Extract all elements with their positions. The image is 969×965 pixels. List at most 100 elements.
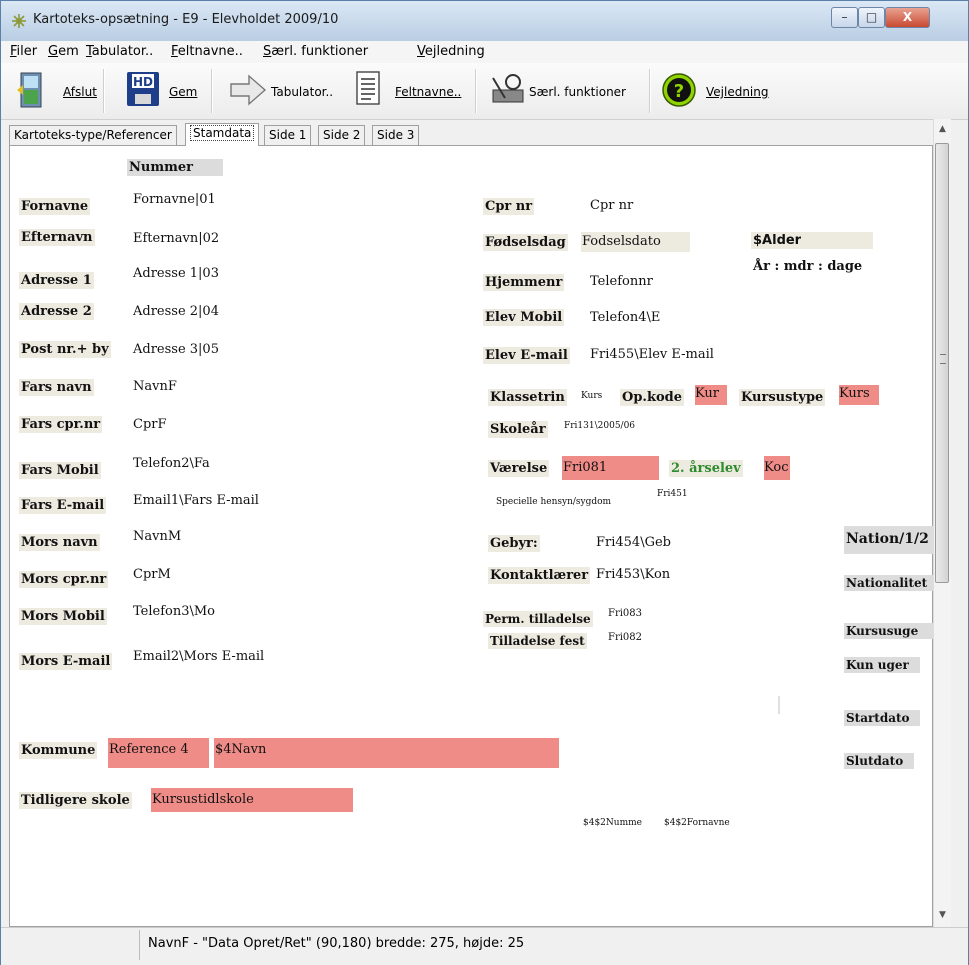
label-mors-mobil: Mors Mobil — [19, 608, 107, 625]
tab-side-2[interactable]: Side 2 — [318, 125, 366, 145]
tab-stamdata[interactable]: Stamdata — [185, 123, 260, 146]
field-fornavne[interactable]: Fornavne|01 — [133, 192, 216, 207]
toolbar-separator — [649, 69, 651, 113]
vejledning-button[interactable]: ? Vejledning — [661, 68, 781, 114]
field-nation[interactable]: Nation/1/2 — [844, 526, 933, 554]
field-kommune-reference[interactable]: Reference 4 — [108, 738, 209, 768]
field-gebyr[interactable]: Fri454\Geb — [596, 535, 671, 550]
field-adresse-1[interactable]: Adresse 1|03 — [133, 266, 219, 281]
label-vaerelse: Værelse — [488, 460, 550, 477]
close-button[interactable]: X — [885, 7, 930, 28]
field-adresse-2[interactable]: Adresse 2|04 — [133, 304, 219, 319]
field-kursustype[interactable]: Kurs — [839, 385, 879, 405]
field-slutdato[interactable]: Slutdato — [844, 753, 914, 769]
document-list-icon — [356, 71, 380, 105]
field-post-nr-by[interactable]: Adresse 3|05 — [133, 342, 219, 357]
label-op-kode: Op.kode — [620, 389, 684, 406]
field-elev-email[interactable]: Fri455\Elev E-mail — [590, 347, 714, 362]
vejledning-label: Vejledning — [706, 85, 769, 99]
tab-kartoteks-type[interactable]: Kartoteks-type/Referencer — [9, 125, 177, 145]
minimize-button[interactable]: – — [831, 7, 858, 28]
field-alder[interactable]: $Alder — [751, 232, 873, 249]
field-ref-fornavne[interactable]: $4$2Fornavne — [664, 818, 730, 828]
menu-gem[interactable]: Gem — [48, 44, 79, 59]
field-kun-uger[interactable]: Kun uger — [844, 657, 920, 673]
field-kommune-navn[interactable]: $4Navn — [214, 738, 559, 768]
menu-feltnavne[interactable]: Feltnavne.. — [171, 44, 243, 59]
label-efternavn: Efternavn — [19, 229, 95, 246]
field-mors-mobil[interactable]: Telefon3\Mo — [133, 604, 215, 619]
field-ref-nummer[interactable]: $4$2Numme — [583, 818, 657, 828]
toolbar-separator — [211, 69, 213, 113]
field-kursusuge[interactable]: Kursusuge — [844, 623, 933, 639]
gem-button[interactable]: HD Gem — [125, 68, 205, 114]
tabulator-button[interactable]: Tabulator.. — [229, 68, 339, 114]
field-startdato[interactable]: Startdato — [844, 710, 920, 726]
field-fodselsdato[interactable]: Fodselsdato — [581, 232, 690, 252]
afslut-button[interactable]: Afslut — [15, 68, 105, 114]
field-hjemmenr[interactable]: Telefonnr — [590, 274, 653, 289]
label-skoleaar: Skoleår — [488, 421, 548, 438]
menu-vejledning[interactable]: Vejledning — [417, 44, 485, 59]
field-vaerelse[interactable]: Fri081 — [562, 456, 659, 480]
feltnavne-label: Feltnavne.. — [395, 85, 462, 99]
scroll-down-icon[interactable]: ▼ — [934, 907, 951, 924]
field-fars-cpr[interactable]: CprF — [133, 417, 167, 432]
label-perm-tilladelse: Perm. tilladelse — [483, 611, 593, 627]
field-kontaktlaerer[interactable]: Fri453\Kon — [596, 567, 670, 582]
field-cpr-nr[interactable]: Cpr nr — [590, 198, 633, 213]
maximize-button[interactable]: □ — [858, 7, 885, 28]
toolbar-separator — [103, 69, 105, 113]
menu-filer[interactable]: Filer — [10, 44, 37, 59]
field-2-aarselev[interactable]: Koc — [764, 456, 790, 480]
label-kommune: Kommune — [19, 742, 98, 759]
label-adresse-2: Adresse 2 — [19, 303, 94, 320]
field-skoleaar[interactable]: Fri131\2005/06 — [564, 421, 635, 431]
menu-tabulator[interactable]: Tabulator.. — [86, 44, 153, 59]
field-tilladelse-fest[interactable]: Fri082 — [608, 632, 642, 643]
afslut-label: Afslut — [63, 85, 97, 99]
scroll-thumb[interactable] — [935, 143, 949, 583]
field-elev-mobil[interactable]: Telefon4\E — [590, 310, 660, 325]
field-tidligere-skole[interactable]: Kursustidlskole — [151, 788, 353, 812]
label-elev-email: Elev E-mail — [483, 347, 570, 364]
label-2-aarselev: 2. årselev — [669, 460, 743, 477]
label-adresse-1: Adresse 1 — [19, 272, 94, 289]
label-fodselsdag: Fødselsdag — [483, 234, 568, 251]
field-perm-tilladelse[interactable]: Fri083 — [608, 608, 642, 619]
exit-door-icon — [17, 72, 42, 108]
field-mors-navn[interactable]: NavnM — [133, 529, 181, 544]
feltnavne-button[interactable]: Feltnavne.. — [351, 68, 471, 114]
svg-text:?: ? — [674, 81, 684, 102]
label-gebyr: Gebyr: — [488, 535, 540, 552]
field-fars-mobil[interactable]: Telefon2\Fa — [133, 456, 210, 471]
app-icon — [12, 14, 26, 28]
label-specielle-hensyn: Specielle hensyn/sygdom — [496, 497, 612, 507]
field-fars-navn[interactable]: NavnF — [133, 379, 177, 394]
label-fars-navn: Fars navn — [19, 379, 94, 396]
menu-saerl-funktioner[interactable]: Særl. funktioner — [263, 44, 368, 59]
field-klassetrin[interactable]: Kurs — [581, 391, 602, 401]
tabulator-label: Tabulator.. — [271, 85, 334, 99]
field-mors-cpr[interactable]: CprM — [133, 567, 171, 582]
window-title: Kartoteks-opsætning - E9 - Elevholdet 20… — [33, 12, 339, 27]
field-specielle-hensyn[interactable]: Fri451 — [657, 489, 688, 499]
saerl-funktioner-button[interactable]: Særl. funktioner — [489, 68, 639, 114]
gem-label: Gem — [169, 85, 198, 99]
label-fars-cpr: Fars cpr.nr — [19, 416, 103, 433]
vertical-scrollbar[interactable]: ▲ ▼ — [933, 119, 951, 927]
saerl-funktioner-label: Særl. funktioner — [529, 85, 626, 99]
field-mors-email[interactable]: Email2\Mors E-mail — [133, 649, 264, 664]
field-op-kode[interactable]: Kur — [695, 385, 727, 405]
label-mors-cpr: Mors cpr.nr — [19, 571, 109, 588]
field-nummer[interactable]: Nummer — [127, 159, 223, 176]
field-fars-email[interactable]: Email1\Fars E-mail — [133, 493, 259, 508]
label-tidligere-skole: Tidligere skole — [19, 792, 132, 809]
tab-side-1[interactable]: Side 1 — [264, 125, 312, 145]
label-post-nr-by: Post nr.+ by — [19, 341, 111, 358]
field-nationalitet[interactable]: Nationalitet — [844, 575, 933, 591]
field-efternavn[interactable]: Efternavn|02 — [133, 231, 219, 246]
status-text: NavnF - "Data Opret/Ret" (90,180) bredde… — [148, 936, 525, 951]
tab-side-3[interactable]: Side 3 — [372, 125, 420, 145]
scroll-up-icon[interactable]: ▲ — [934, 121, 951, 138]
